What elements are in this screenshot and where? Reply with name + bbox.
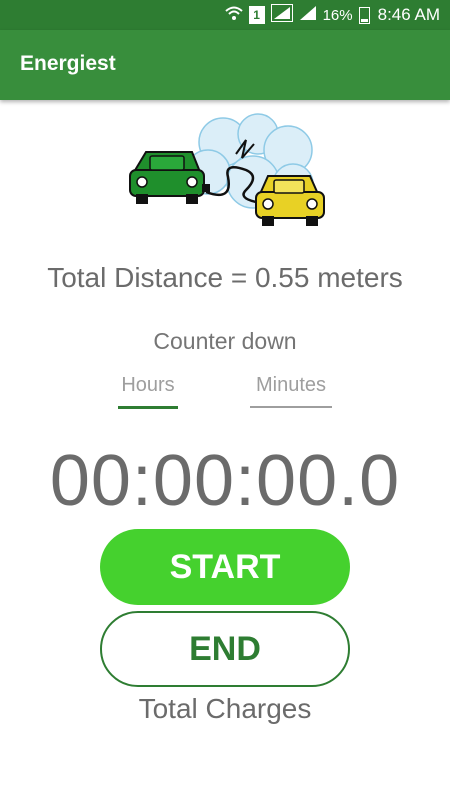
signal-icon (270, 4, 293, 26)
start-button[interactable]: START (100, 529, 350, 605)
total-distance-text: Total Distance = 0.55 meters (47, 262, 403, 293)
clock-time: 8:46 AM (377, 5, 440, 24)
tab-minutes[interactable]: Minutes (250, 374, 332, 408)
end-button[interactable]: END (100, 611, 350, 687)
status-icons: 1 16% 8:46 AM (224, 0, 440, 30)
timer-display: 00:00:00.0 (49, 441, 401, 521)
cars-charging-illustration (128, 112, 338, 236)
sim-slot-icon: 1 (248, 6, 265, 24)
signal-icon-2 (299, 5, 317, 25)
app-title: Energiest (20, 52, 116, 75)
battery-icon (358, 6, 370, 24)
tab-hours[interactable]: Hours (118, 374, 178, 409)
counter-down-label: Counter down (153, 328, 297, 354)
total-charges-label: Total Charges (138, 693, 312, 724)
wifi-icon (224, 5, 243, 25)
battery-percent: 16% (322, 6, 353, 24)
app-bar: Energiest (0, 30, 450, 100)
status-bar: 1 16% 8:46 AM (0, 0, 450, 30)
